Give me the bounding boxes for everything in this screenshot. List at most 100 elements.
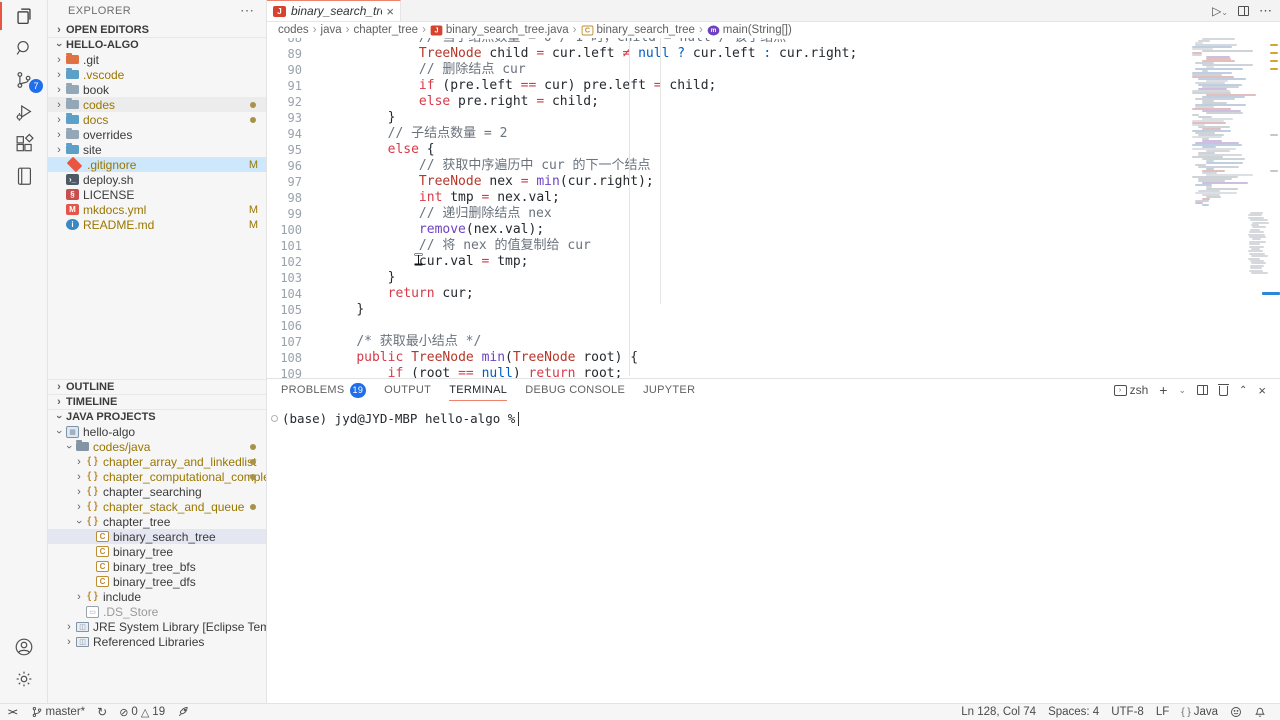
code-line-99[interactable]: 99 // 递归删除结点 nex	[267, 206, 1187, 222]
problems-item[interactable]: ⊘0 △19	[113, 704, 171, 720]
code-line-93[interactable]: 93 }	[267, 110, 1187, 126]
terminal-dropdown-icon[interactable]: ⌄	[1178, 385, 1186, 396]
tab-binary-search-tree[interactable]: J binary_search_tree.java ×	[267, 0, 401, 21]
code-line-108[interactable]: 108 public TreeNode min(TreeNode root) {	[267, 350, 1187, 366]
jp-item-chapter-searching[interactable]: ›{ }chapter_searching	[48, 484, 266, 499]
section-outline[interactable]: ›OUTLINE	[48, 379, 266, 394]
maximize-panel-icon[interactable]: ⌃	[1239, 385, 1247, 396]
activity-search[interactable]	[0, 32, 48, 64]
tree-item--git[interactable]: ›.git	[48, 52, 266, 67]
feedback-item[interactable]	[1224, 706, 1248, 718]
code-line-105[interactable]: 105 }	[267, 302, 1187, 318]
jp-item-codes-java[interactable]: ›codes/java	[48, 439, 266, 454]
tree-item-docs[interactable]: ›docs	[48, 112, 266, 127]
code-line-103[interactable]: 103 }	[267, 270, 1187, 286]
code-line-104[interactable]: 104 return cur;	[267, 286, 1187, 302]
tree-item-book[interactable]: ›book	[48, 82, 266, 97]
tree-item-mkdocs-yml[interactable]: Mmkdocs.ymlM	[48, 202, 266, 217]
minimap[interactable]	[1190, 38, 1266, 378]
tree-item--gitignore[interactable]: .gitignoreM	[48, 157, 266, 172]
language-mode-item[interactable]: { } Java	[1175, 706, 1224, 718]
breadcrumb-codes[interactable]: codes	[278, 24, 309, 36]
split-editor-icon[interactable]	[1238, 6, 1249, 16]
breadcrumb-binary-search-tree-java[interactable]: Jbinary_search_tree.java	[430, 24, 569, 36]
activity-settings[interactable]	[0, 663, 48, 695]
jp-item-include[interactable]: ›{ }include	[48, 589, 266, 604]
code-line-92[interactable]: 92 else pre.right = child;	[267, 94, 1187, 110]
jp-item-referenced-libraries[interactable]: ›◫Referenced Libraries	[48, 634, 266, 649]
breadcrumb-binary-search-tree[interactable]: Cbinary_search_tree	[581, 24, 695, 36]
panel-tab-jupyter[interactable]: JUPYTER	[643, 379, 695, 401]
code-line-106[interactable]: 106	[267, 318, 1187, 334]
new-terminal-icon[interactable]: +	[1159, 382, 1167, 398]
code-line-101[interactable]: 101 // 将 nex 的值复制给 cur	[267, 238, 1187, 254]
kill-terminal-icon[interactable]	[1219, 386, 1228, 396]
encoding-item[interactable]: UTF-8	[1105, 706, 1150, 718]
open-editors-section[interactable]: › OPEN EDITORS	[48, 22, 266, 37]
breadcrumb-chapter-tree[interactable]: chapter_tree	[353, 24, 418, 36]
jp-item-binary-search-tree[interactable]: Cbinary_search_tree	[48, 529, 266, 544]
tree-item-overrides[interactable]: ›overrides	[48, 127, 266, 142]
jp-item--ds-store[interactable]: ▭.DS_Store	[48, 604, 266, 619]
section-java-projects[interactable]: ›JAVA PROJECTS	[48, 409, 266, 424]
activity-explorer[interactable]	[0, 0, 48, 32]
tree-item-site[interactable]: ›site	[48, 142, 266, 157]
code-line-94[interactable]: 94 // 子结点数量 = 2	[267, 126, 1187, 142]
jp-item-chapter-computational-complexity[interactable]: ›{ }chapter_computational_complexity	[48, 469, 266, 484]
tree-item-codes[interactable]: ›codes	[48, 97, 266, 112]
code-editor[interactable]: 88 // 当子结点数量 = 0 / 1 时，child = null / 该子…	[267, 38, 1187, 378]
run-file-button[interactable]: ▷⌄	[1212, 4, 1228, 18]
code-line-95[interactable]: 95 else {	[267, 142, 1187, 158]
close-panel-icon[interactable]: ×	[1258, 383, 1266, 398]
code-line-109[interactable]: 109 if (root == null) return root;	[267, 366, 1187, 378]
tree-item-deploy-sh[interactable]: ›_deploy.sh	[48, 172, 266, 187]
panel-tab-debug-console[interactable]: DEBUG CONSOLE	[525, 379, 625, 401]
code-line-88[interactable]: 88 // 当子结点数量 = 0 / 1 时，child = null / 该子…	[267, 38, 1187, 46]
breadcrumb-java[interactable]: java	[321, 24, 342, 36]
code-line-102[interactable]: 102 cur.val = tmp;	[267, 254, 1187, 270]
code-line-89[interactable]: 89 TreeNode child = cur.left ≠ null ? cu…	[267, 46, 1187, 62]
jp-item-binary-tree-dfs[interactable]: Cbinary_tree_dfs	[48, 574, 266, 589]
jp-item-chapter-tree[interactable]: ›{ }chapter_tree	[48, 514, 266, 529]
activity-account[interactable]	[0, 631, 48, 663]
activity-run-and-debug[interactable]	[0, 96, 48, 128]
jp-item-chapter-stack-and-queue[interactable]: ›{ }chapter_stack_and_queue	[48, 499, 266, 514]
section-timeline[interactable]: ›TIMELINE	[48, 394, 266, 409]
close-tab-icon[interactable]: ×	[386, 4, 394, 19]
activity-notebook[interactable]	[0, 160, 48, 192]
notifications-item[interactable]	[1248, 706, 1272, 718]
terminal-prompt[interactable]: (base) jyd@JYD-MBP hello-algo %	[282, 411, 519, 426]
activity-source-control[interactable]: 7	[0, 64, 48, 96]
code-line-96[interactable]: 96 // 获取中序遍历中 cur 的下一个结点	[267, 158, 1187, 174]
jp-item-jre-system-library-eclipse-temurin-17-17-[interactable]: ›◫JRE System Library [Eclipse Temurin 17…	[48, 619, 266, 634]
breadcrumb-main-string-[interactable]: mmain(String[])	[707, 24, 792, 36]
code-line-97[interactable]: 97 TreeNode nex = min(cur.right);	[267, 174, 1187, 190]
eol-item[interactable]: LF	[1150, 706, 1175, 718]
cursor-position-item[interactable]: Ln 128, Col 74	[955, 706, 1042, 718]
panel-tab-problems[interactable]: PROBLEMS19	[281, 379, 366, 401]
code-line-91[interactable]: 91 if (pre.left == cur) pre.left = child…	[267, 78, 1187, 94]
remote-indicator[interactable]: ><	[0, 704, 25, 720]
jp-item-binary-tree-bfs[interactable]: Cbinary_tree_bfs	[48, 559, 266, 574]
workspace-root[interactable]: › HELLO-ALGO	[48, 37, 266, 52]
java-status-item[interactable]	[171, 704, 195, 720]
git-branch-item[interactable]: master*	[25, 704, 92, 720]
overview-ruler[interactable]	[1268, 38, 1280, 378]
code-line-90[interactable]: 90 // 删除结点 cur	[267, 62, 1187, 78]
activity-extensions[interactable]	[0, 128, 48, 160]
code-line-107[interactable]: 107 /* 获取最小结点 */	[267, 334, 1187, 350]
code-line-100[interactable]: 100 remove(nex.val);	[267, 222, 1187, 238]
tree-item--vscode[interactable]: ›.vscode	[48, 67, 266, 82]
jp-item-chapter-array-and-linkedlist[interactable]: ›{ }chapter_array_and_linkedlist	[48, 454, 266, 469]
indentation-item[interactable]: Spaces: 4	[1042, 706, 1105, 718]
tree-item-readme-md[interactable]: iREADME.mdM	[48, 217, 266, 232]
editor-more-actions-icon[interactable]: ⋯	[1259, 3, 1272, 19]
panel-tab-terminal[interactable]: TERMINAL	[449, 379, 507, 401]
split-terminal-icon[interactable]	[1197, 385, 1208, 395]
code-line-98[interactable]: 98 int tmp = nex.val;	[267, 190, 1187, 206]
tree-item-license[interactable]: §LICENSE	[48, 187, 266, 202]
jp-item-hello-algo[interactable]: ›▦hello-algo	[48, 424, 266, 439]
panel-tab-output[interactable]: OUTPUT	[384, 379, 431, 401]
jp-item-binary-tree[interactable]: Cbinary_tree	[48, 544, 266, 559]
shell-selector[interactable]: › zsh	[1114, 383, 1149, 397]
